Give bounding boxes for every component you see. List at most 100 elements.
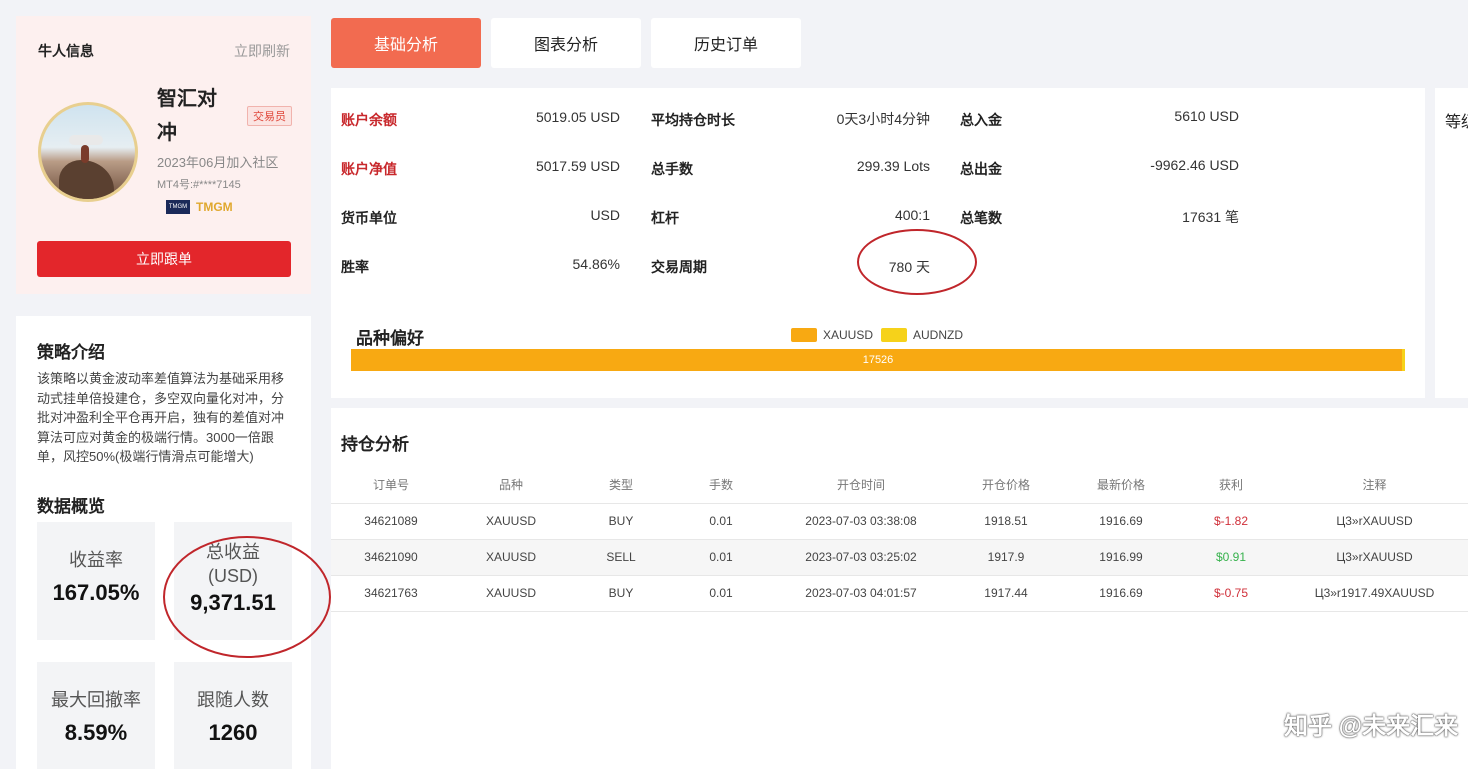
preference-title: 品种偏好 bbox=[356, 329, 424, 348]
cell-comment: Ц3»r1917.49XAUUSD bbox=[1281, 575, 1468, 612]
role-badge: 交易员 bbox=[247, 106, 292, 126]
cell-comment: Ц3»rXAUUSD bbox=[1281, 539, 1468, 576]
cell-comment: Ц3»rXAUUSD bbox=[1281, 503, 1468, 540]
legend-label: AUDNZD bbox=[913, 328, 963, 342]
cell-lots: 0.01 bbox=[671, 503, 771, 540]
cell-open-time: 2023-07-03 04:01:57 bbox=[771, 575, 951, 612]
preference-bar[interactable]: 17526 bbox=[351, 349, 1405, 371]
col-latest-price: 最新价格 bbox=[1061, 467, 1181, 504]
value-equity: 5017.59 USD bbox=[535, 158, 620, 174]
legend-audnzd[interactable]: AUDNZD bbox=[881, 328, 963, 342]
value-balance: 5019.05 USD bbox=[535, 109, 620, 125]
avatar-figure bbox=[81, 145, 89, 163]
table-row[interactable]: 34621089 XAUUSD BUY 0.01 2023-07-03 03:3… bbox=[331, 503, 1468, 540]
profile-section-title: 牛人信息 bbox=[38, 43, 94, 59]
col-open-time: 开仓时间 bbox=[771, 467, 951, 504]
cell-type: BUY bbox=[571, 575, 671, 612]
value-avg-hold-time: 0天3小时4分钟 bbox=[836, 111, 930, 127]
legend-label: XAUUSD bbox=[823, 328, 874, 342]
cell-symbol: XAUUSD bbox=[451, 575, 571, 612]
cell-profit: $-0.75 bbox=[1181, 575, 1281, 612]
cell-order-id: 34621090 bbox=[331, 539, 451, 576]
mt4-account: MT4号:#****7145 bbox=[157, 179, 241, 191]
positions-table: 订单号 品种 类型 手数 开仓时间 开仓价格 最新价格 获利 注释 346210… bbox=[331, 467, 1468, 612]
value-currency: USD bbox=[590, 207, 620, 223]
watermark: 知乎 @未来汇来 bbox=[1284, 713, 1459, 740]
label-win-rate: 胜率 bbox=[341, 259, 369, 275]
table-header-row: 订单号 品种 类型 手数 开仓时间 开仓价格 最新价格 获利 注释 bbox=[331, 467, 1468, 504]
overview-title: 数据概览 bbox=[37, 497, 105, 516]
table-row[interactable]: 34621763 XAUUSD BUY 0.01 2023-07-03 04:0… bbox=[331, 575, 1468, 612]
stat-label: 收益率 bbox=[69, 550, 123, 570]
cell-type: BUY bbox=[571, 503, 671, 540]
legend-swatch bbox=[881, 328, 907, 342]
stat-value: 167.05% bbox=[52, 580, 140, 605]
broker: TMGM TMGM bbox=[166, 200, 233, 214]
strategy-description: 该策略以黄金波动率差值算法为基础采用移动式挂单倍投建仓，多空双向量化对冲，分批对… bbox=[37, 371, 285, 464]
col-type: 类型 bbox=[571, 467, 671, 504]
profile-card: 牛人信息 立即刷新 智汇对冲 交易员 2023年06月加入社区 MT4号:#**… bbox=[16, 16, 311, 294]
broker-logo-icon: TMGM bbox=[166, 200, 190, 214]
table-row[interactable]: 34621090 XAUUSD SELL 0.01 2023-07-03 03:… bbox=[331, 539, 1468, 576]
col-lots: 手数 bbox=[671, 467, 771, 504]
stat-return-rate: 收益率 167.05% bbox=[37, 522, 155, 640]
stat-followers: 跟随人数 1260 bbox=[174, 662, 292, 769]
cell-latest-price: 1916.69 bbox=[1061, 503, 1181, 540]
broker-name: TMGM bbox=[196, 200, 233, 214]
stat-max-drawdown: 最大回撤率 8.59% bbox=[37, 662, 155, 769]
stat-value: 1260 bbox=[208, 720, 258, 745]
positions-title: 持仓分析 bbox=[341, 435, 409, 454]
col-profit: 获利 bbox=[1181, 467, 1281, 504]
strategy-title: 策略介绍 bbox=[37, 343, 105, 362]
value-total-withdrawal: -9962.46 USD bbox=[1150, 157, 1239, 173]
label-total-withdrawal: 总出金 bbox=[960, 161, 1002, 177]
tab-chart-analysis[interactable]: 图表分析 bbox=[491, 18, 641, 68]
stat-label: 最大回撤率 bbox=[51, 690, 141, 710]
cell-open-time: 2023-07-03 03:25:02 bbox=[771, 539, 951, 576]
cell-lots: 0.01 bbox=[671, 539, 771, 576]
col-comment: 注释 bbox=[1281, 467, 1468, 504]
refresh-link[interactable]: 立即刷新 bbox=[234, 41, 290, 61]
annotation-circle-total-profit bbox=[163, 536, 331, 658]
label-equity: 账户净值 bbox=[341, 161, 397, 177]
stat-label: 跟随人数 bbox=[197, 690, 269, 710]
joined-date: 2023年06月加入社区 bbox=[157, 155, 279, 170]
legend-swatch bbox=[791, 328, 817, 342]
cell-order-id: 34621089 bbox=[331, 503, 451, 540]
cell-open-price: 1917.44 bbox=[951, 575, 1061, 612]
label-total-trades: 总笔数 bbox=[960, 210, 1002, 226]
tab-history-orders[interactable]: 历史订单 bbox=[651, 18, 801, 68]
value-win-rate: 54.86% bbox=[572, 256, 620, 272]
col-order-id: 订单号 bbox=[331, 467, 451, 504]
col-open-price: 开仓价格 bbox=[951, 467, 1061, 504]
cell-profit: $0.91 bbox=[1181, 539, 1281, 576]
follow-button[interactable]: 立即跟单 bbox=[37, 241, 291, 277]
cell-type: SELL bbox=[571, 539, 671, 576]
preference-bar-audnzd[interactable] bbox=[1402, 349, 1405, 371]
cell-symbol: XAUUSD bbox=[451, 539, 571, 576]
label-total-deposit: 总入金 bbox=[960, 112, 1002, 128]
value-total-deposit: 5610 USD bbox=[1174, 108, 1239, 124]
cell-profit: $-1.82 bbox=[1181, 503, 1281, 540]
stat-value: 8.59% bbox=[64, 720, 128, 745]
avatar[interactable] bbox=[38, 102, 138, 202]
cell-lots: 0.01 bbox=[671, 575, 771, 612]
label-currency: 货币单位 bbox=[341, 210, 397, 226]
cell-open-price: 1917.9 bbox=[951, 539, 1061, 576]
cell-open-time: 2023-07-03 03:38:08 bbox=[771, 503, 951, 540]
cell-latest-price: 1916.69 bbox=[1061, 575, 1181, 612]
label-avg-hold-time: 平均持仓时长 bbox=[651, 112, 735, 128]
cell-open-price: 1918.51 bbox=[951, 503, 1061, 540]
tab-basic-analysis[interactable]: 基础分析 bbox=[331, 18, 481, 68]
side-panel: 等级 bbox=[1435, 88, 1468, 398]
label-trade-period: 交易周期 bbox=[651, 259, 707, 275]
label-balance: 账户余额 bbox=[341, 112, 397, 128]
avatar-rock bbox=[59, 160, 114, 199]
legend-xauusd[interactable]: XAUUSD bbox=[791, 328, 873, 342]
avatar-stone bbox=[69, 135, 103, 145]
cell-symbol: XAUUSD bbox=[451, 503, 571, 540]
trader-name: 智汇对冲 bbox=[157, 88, 217, 144]
cell-order-id: 34621763 bbox=[331, 575, 451, 612]
preference-bar-value: 17526 bbox=[862, 354, 894, 366]
value-leverage: 400:1 bbox=[894, 207, 930, 223]
